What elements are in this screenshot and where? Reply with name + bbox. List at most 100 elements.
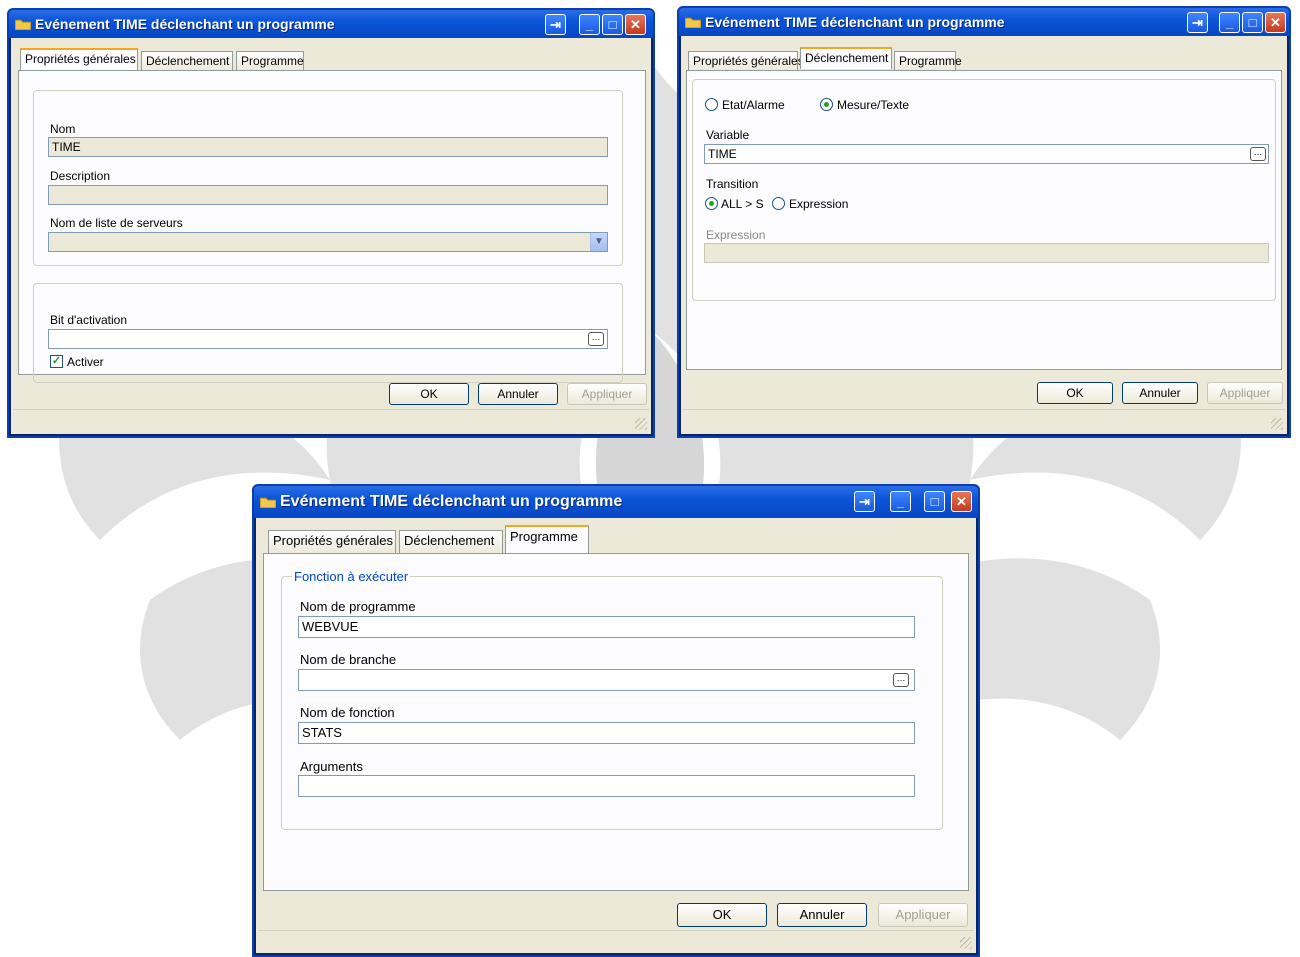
minimize-icon[interactable]: _ [890, 491, 911, 512]
tab-program[interactable]: Programme [894, 51, 962, 71]
tab-label: Propriétés générales [273, 533, 393, 548]
cancel-button[interactable]: Annuler [478, 383, 558, 405]
branch-name-field[interactable] [298, 669, 915, 691]
tab-label: Propriétés générales [693, 54, 804, 68]
tab-panel: Nom TIME Description Nom de liste de ser… [18, 70, 646, 383]
tab-label: Déclenchement [404, 533, 495, 548]
resize-grip-icon[interactable] [635, 418, 647, 430]
radio-all-s[interactable] [705, 197, 718, 210]
ellipsis-icon[interactable]: … [588, 332, 604, 346]
window-title: Evénement TIME déclenchant un programme [280, 493, 623, 510]
radio-etat-alarme[interactable] [705, 98, 718, 111]
radio-expression[interactable] [772, 197, 785, 210]
apply-button[interactable]: Appliquer [567, 383, 647, 405]
activer-label: Activer [67, 355, 104, 369]
status-bar [258, 930, 974, 951]
status-bar [683, 409, 1285, 432]
tab-trigger[interactable]: Déclenchement [141, 51, 233, 71]
radio-mesure-texte[interactable] [820, 98, 833, 111]
group-title: Fonction à exécuter [292, 569, 411, 584]
window-title: Evénement TIME déclenchant un programme [705, 14, 1005, 30]
all-s-label: ALL > S [721, 197, 764, 211]
description-field[interactable] [48, 185, 608, 205]
variable-label: Variable [706, 128, 750, 142]
activation-bit-label: Bit d'activation [50, 313, 127, 327]
activation-bit-field[interactable] [48, 329, 608, 349]
folder-icon [685, 17, 701, 28]
server-list-select[interactable]: ▼ [48, 232, 608, 252]
tab-panel: Fonction à exécuter Nom de programme WEB… [263, 553, 969, 891]
tab-label: Propriétés générales [25, 52, 136, 66]
apply-button[interactable]: Appliquer [878, 903, 968, 927]
ellipsis-icon[interactable]: … [1250, 147, 1266, 161]
resize-grip-icon[interactable] [1271, 418, 1283, 430]
variable-field[interactable]: TIME [704, 144, 1269, 164]
pin-icon[interactable]: ⇥ [854, 491, 875, 512]
ellipsis-icon[interactable]: … [893, 673, 909, 687]
pin-icon[interactable]: ⇥ [545, 14, 566, 35]
tab-label: Programme [510, 529, 578, 544]
program-name-field[interactable]: WEBVUE [298, 616, 915, 638]
dialog-program: Evénement TIME déclenchant un programme … [252, 484, 980, 957]
title-bar[interactable]: Evénement TIME déclenchant un programme … [679, 8, 1289, 36]
tab-label: Programme [899, 54, 962, 68]
tab-general[interactable]: Propriétés générales [20, 48, 138, 70]
tab-program[interactable]: Programme [236, 51, 304, 71]
folder-icon [15, 19, 31, 30]
activer-checkbox[interactable]: ✓ [50, 355, 63, 368]
folder-icon [260, 497, 276, 508]
etat-alarme-label: Etat/Alarme [722, 98, 785, 112]
cancel-button[interactable]: Annuler [1122, 382, 1198, 404]
function-name-label: Nom de fonction [300, 705, 395, 720]
expression-field[interactable] [704, 243, 1269, 263]
ok-button[interactable]: OK [389, 383, 469, 405]
tab-label: Déclenchement [146, 54, 230, 68]
dialog-general-properties: Evénement TIME déclenchant un programme … [7, 8, 655, 438]
trigger-group [692, 79, 1276, 301]
dialog-body: Propriétés générales Déclenchement Progr… [681, 36, 1287, 434]
tab-panel: Etat/Alarme Mesure/Texte Variable TIME …… [686, 70, 1282, 370]
dialog-body: Propriétés générales Déclenchement Progr… [11, 38, 651, 434]
close-icon[interactable]: ✕ [1265, 12, 1286, 33]
nom-field[interactable]: TIME [48, 137, 608, 157]
close-icon[interactable]: ✕ [625, 14, 646, 35]
dialog-trigger: Evénement TIME déclenchant un programme … [677, 6, 1291, 438]
ok-button[interactable]: OK [1037, 382, 1113, 404]
ok-button[interactable]: OK [677, 903, 767, 927]
dialog-body: Propriétés générales Déclenchement Progr… [256, 518, 976, 953]
maximize-icon[interactable]: □ [924, 491, 945, 512]
maximize-icon[interactable]: □ [602, 14, 623, 35]
tab-trigger[interactable]: Déclenchement [800, 47, 892, 69]
checkmark-icon: ✓ [51, 355, 62, 367]
cancel-button[interactable]: Annuler [777, 903, 867, 927]
apply-button[interactable]: Appliquer [1207, 382, 1283, 404]
pin-icon[interactable]: ⇥ [1187, 12, 1208, 33]
window-title: Evénement TIME déclenchant un programme [35, 16, 335, 32]
nom-label: Nom [50, 122, 76, 136]
tab-program[interactable]: Programme [505, 525, 589, 553]
arguments-field[interactable] [298, 775, 915, 797]
description-label: Description [50, 169, 111, 183]
chevron-down-icon[interactable]: ▼ [590, 233, 607, 251]
tab-label: Programme [241, 54, 304, 68]
expression-label: Expression [706, 228, 766, 242]
program-name-label: Nom de programme [300, 599, 416, 614]
close-icon[interactable]: ✕ [951, 491, 972, 512]
branch-name-label: Nom de branche [300, 652, 397, 667]
tab-general[interactable]: Propriétés générales [688, 51, 804, 71]
arguments-label: Arguments [300, 759, 363, 774]
title-bar[interactable]: Evénement TIME déclenchant un programme … [9, 10, 653, 38]
function-name-field[interactable]: STATS [298, 722, 915, 744]
resize-grip-icon[interactable] [960, 937, 972, 949]
expression-option-label: Expression [789, 197, 849, 211]
title-bar[interactable]: Evénement TIME déclenchant un programme … [254, 486, 978, 518]
tab-trigger[interactable]: Déclenchement [399, 530, 503, 554]
tab-general[interactable]: Propriétés générales [268, 530, 396, 554]
tab-label: Déclenchement [805, 51, 889, 65]
transition-label: Transition [706, 177, 759, 191]
mesure-texte-label: Mesure/Texte [837, 98, 910, 112]
maximize-icon[interactable]: □ [1242, 12, 1263, 33]
minimize-icon[interactable]: _ [579, 14, 600, 35]
minimize-icon[interactable]: _ [1219, 12, 1240, 33]
status-bar [13, 409, 649, 432]
